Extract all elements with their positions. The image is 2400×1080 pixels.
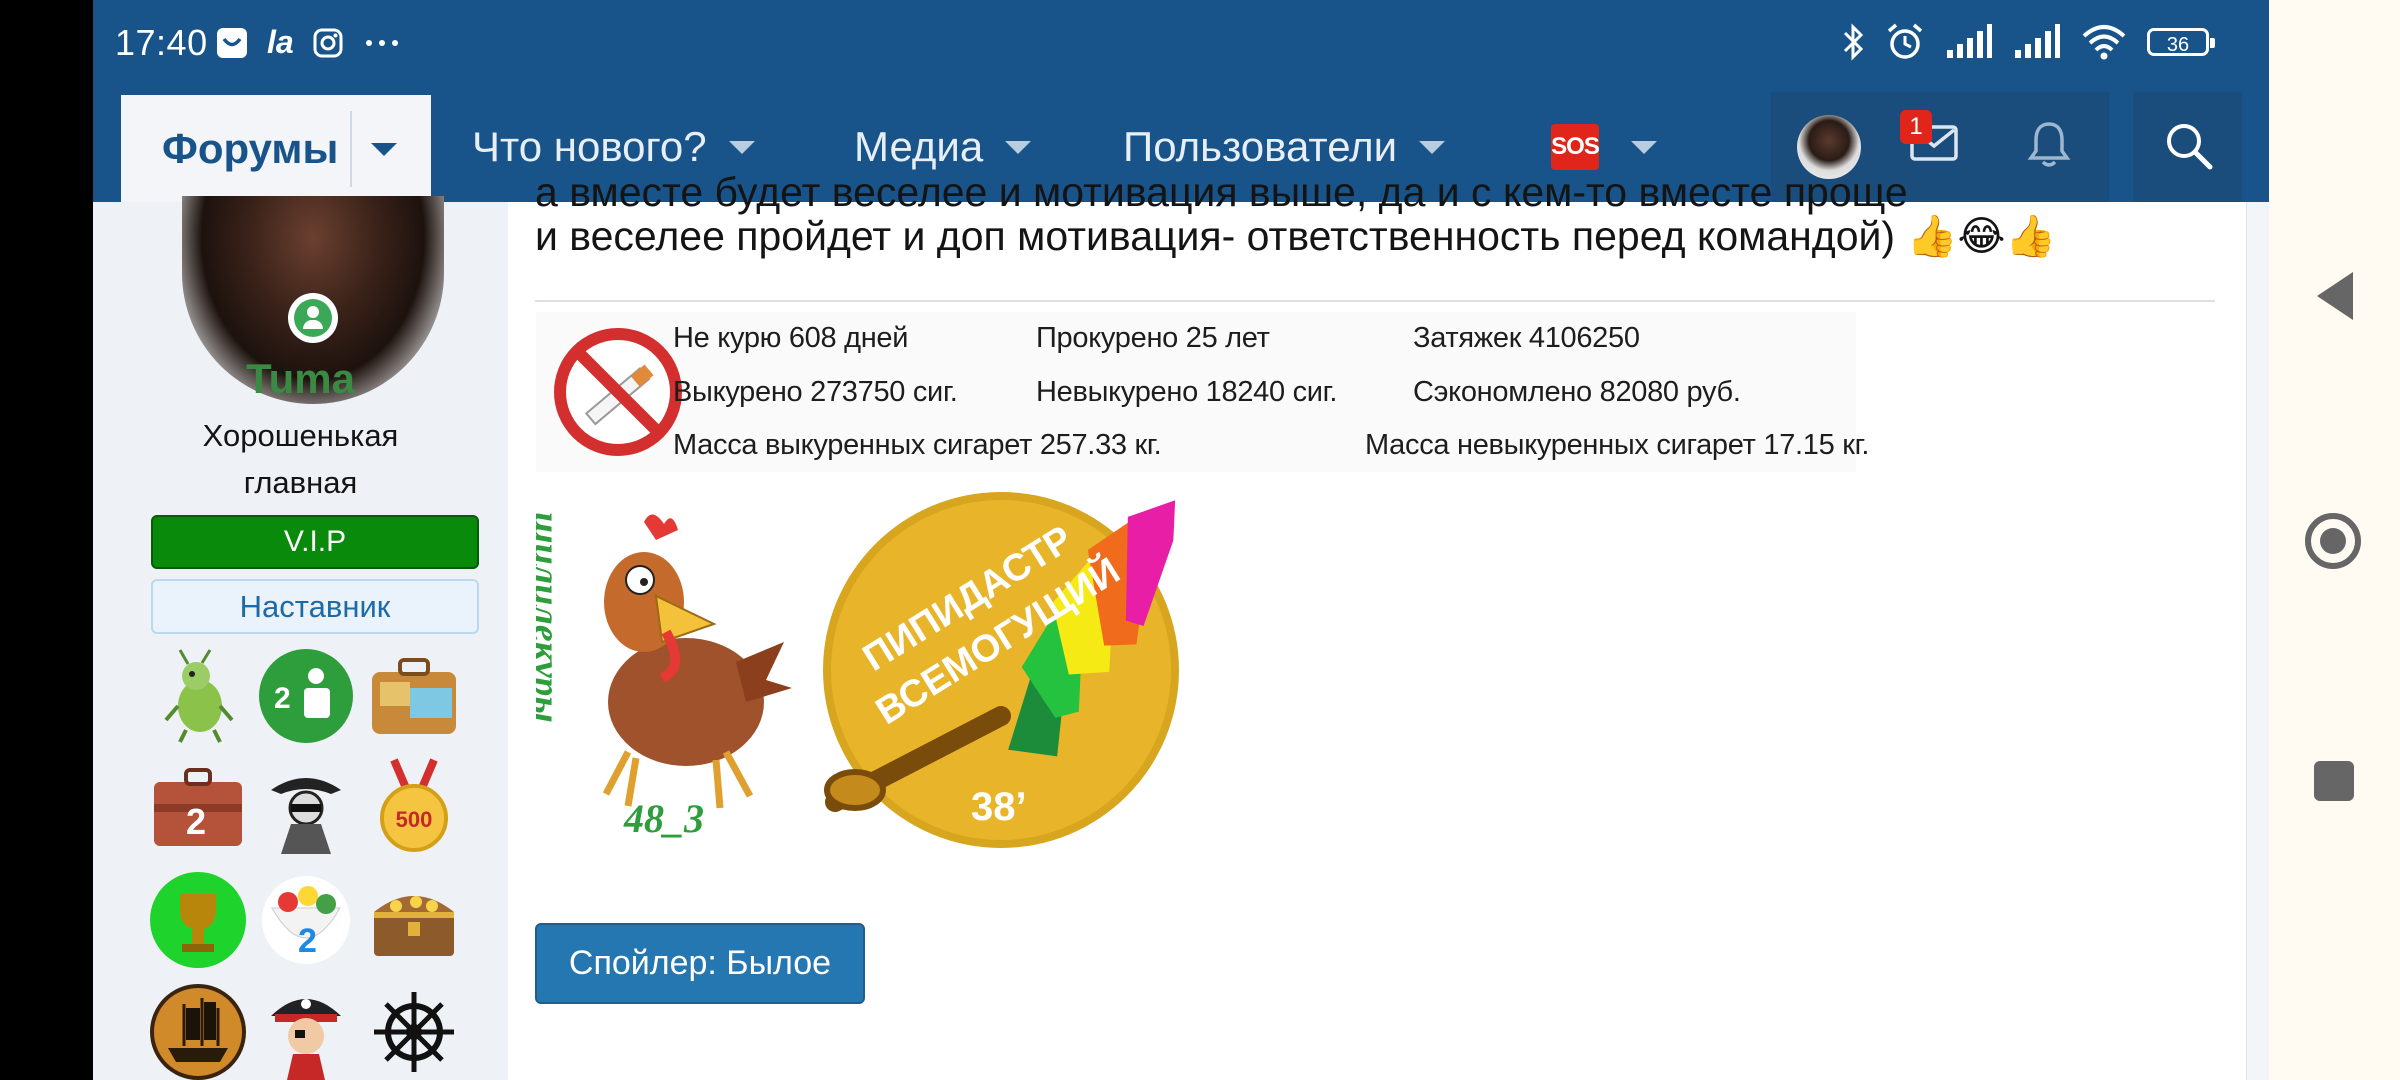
smoke-stat-not-smoked-cigs: Невыкурено 18240 сиг.: [1036, 376, 1338, 408]
status-bar: 17:40 la 36: [93, 0, 2269, 92]
nav-tab-forums[interactable]: Форумы: [121, 95, 431, 202]
post-message: а вместе будет веселее и мотивация выше,…: [535, 169, 2195, 262]
bug-trophy-icon[interactable]: [148, 640, 248, 752]
recent-apps-icon[interactable]: [2314, 761, 2354, 801]
la-icon: la: [267, 24, 294, 60]
helm-trophy-icon[interactable]: [364, 976, 464, 1080]
bell-icon[interactable]: [2027, 120, 2071, 170]
svg-text:2: 2: [298, 922, 317, 960]
sos-icon: SOS: [1551, 124, 1600, 170]
online-status-icon: [288, 293, 338, 343]
post-user-column: Tuma Хорошенькая главная V.I.P Наставник…: [93, 196, 508, 1080]
pirate-trophy-icon[interactable]: [256, 976, 356, 1080]
gold-cup-trophy-icon[interactable]: [148, 864, 248, 976]
mentor-banner: Наставник: [151, 579, 479, 634]
medal-500-trophy-icon[interactable]: 500: [364, 752, 464, 864]
suitcase-2-trophy-icon[interactable]: 2: [148, 752, 248, 864]
svg-text:500: 500: [396, 807, 433, 832]
svg-text:2: 2: [186, 801, 206, 842]
smoke-stat-smoked-cigs: Выкурено 273750 сиг.: [673, 376, 958, 408]
rooster-caption: 48_3: [623, 796, 704, 841]
rooster-side-text: шилилекуры: [536, 512, 567, 723]
search-icon[interactable]: [2164, 121, 2214, 171]
signal-icon: [2015, 24, 2060, 58]
alarm-icon: [1887, 23, 1923, 59]
status-left-icons: la: [215, 24, 402, 61]
chevron-down-icon: [728, 140, 755, 154]
status-time: 17:40: [115, 22, 208, 63]
smoke-counter-widget: Не курю 608 дней Прокурено 25 лет Затяже…: [536, 312, 1869, 472]
duster-number: 38’: [971, 785, 1027, 829]
signal-icon: [1947, 24, 1992, 58]
smoke-stat-saved: Сэкономлено 82080 руб.: [1413, 376, 1741, 408]
chevron-down-icon[interactable]: [371, 143, 397, 156]
forum-app: 17:40 la 36 Форумы Что нового? Медиа Пол…: [93, 0, 2269, 1080]
smoke-stat-smoked-years: Прокурено 25 лет: [1036, 322, 1270, 354]
smoke-stat-not-smoking: Не курю 608 дней: [673, 322, 909, 354]
rooster-signature-image: шилилекуры 48_3: [536, 492, 808, 845]
candy-2-trophy-icon[interactable]: 2: [256, 864, 356, 976]
nav-users-label: Пользователи: [1123, 123, 1398, 170]
treasure-chest-trophy-icon[interactable]: [364, 864, 464, 976]
two-people-trophy-icon[interactable]: 2: [256, 640, 356, 752]
username[interactable]: Tuma: [93, 355, 508, 403]
signature-divider: [535, 300, 2215, 302]
no-smoking-icon: [554, 328, 682, 456]
smoke-stat-mass-smoked: Масса выкуренных сигарет 257.33 кг.: [673, 429, 1162, 461]
bluetooth-icon: [1843, 23, 1864, 61]
nav-forums-divider: [350, 111, 352, 187]
left-black-strip: [0, 0, 93, 1080]
nav-media-label: Медиа: [854, 123, 984, 170]
suitcase-map-trophy-icon[interactable]: [364, 640, 464, 752]
inbox-badge: 1: [1900, 110, 1932, 144]
spy-trophy-icon[interactable]: [256, 752, 356, 864]
back-icon[interactable]: [2313, 270, 2357, 322]
status-right-icons: 36: [1841, 22, 2215, 62]
home-icon[interactable]: [2303, 511, 2363, 571]
chevron-down-icon: [1005, 140, 1032, 154]
ship-trophy-icon[interactable]: [148, 976, 248, 1080]
duster-signature-image: ПИПИДАСТР ВСЕМОГУЩИЙ 38’: [811, 490, 1241, 848]
chevron-down-icon: [1631, 140, 1657, 154]
more-dots-icon: [365, 39, 398, 46]
instagram-icon: [313, 28, 343, 57]
nav-whats-new-label: Что нового?: [472, 123, 707, 170]
user-title: Хорошенькая главная: [202, 418, 399, 500]
post-line-cut: а вместе будет веселее и мотивация выше,…: [535, 169, 1908, 215]
chevron-down-icon: [1419, 140, 1446, 154]
svg-text:2: 2: [274, 682, 291, 715]
nav-forums-label: Форумы: [162, 124, 339, 172]
vip-banner: V.I.P: [151, 515, 479, 569]
smoke-stat-mass-not-smoked: Масса невыкуренных сигарет 17.15 кг.: [1365, 429, 1870, 461]
wifi-icon: [2082, 25, 2126, 60]
bag-icon: [217, 27, 247, 58]
smoke-stat-puffs: Затяжек 4106250: [1413, 322, 1640, 354]
trophy-grid: 2 2 500 2: [148, 640, 468, 1080]
battery-icon: 36: [2147, 28, 2215, 56]
spoiler-button[interactable]: Спойлер: Былое: [535, 923, 865, 1004]
